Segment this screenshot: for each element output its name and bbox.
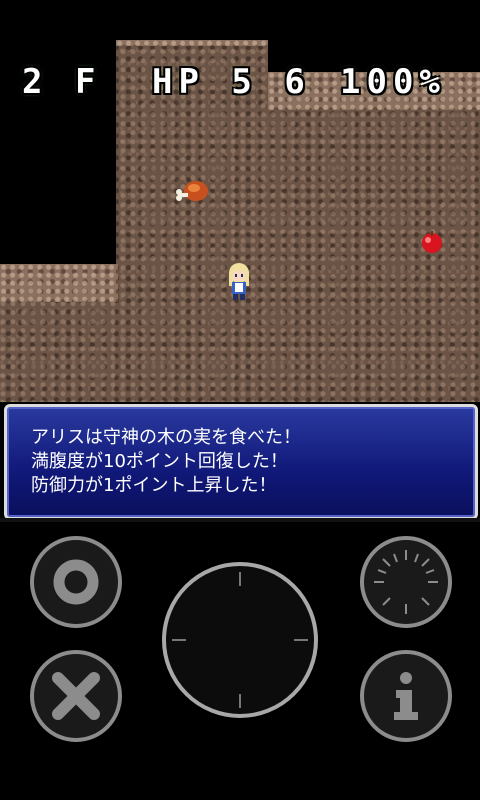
direction-pad[interactable]: [162, 562, 318, 718]
divider: [0, 518, 480, 522]
wall: [116, 40, 268, 46]
clock-icon: [374, 550, 438, 614]
circle-icon: [53, 559, 99, 605]
message-window: アリスは守神の木の実を食べた！ 満腹度が10ポイント回復した！ 防御力が1ポイン…: [4, 404, 478, 520]
fullness-indicator: 100%: [340, 62, 446, 102]
apple-icon: [422, 231, 442, 253]
wait-button[interactable]: [360, 536, 452, 628]
status-bar: [0, 0, 480, 40]
message-line: アリスは守神の木の実を食べた！: [31, 427, 301, 448]
wall: [0, 264, 118, 302]
meat-icon: [176, 181, 208, 201]
circle-button[interactable]: [30, 536, 122, 628]
floor-indicator: 2 F: [22, 62, 102, 102]
dpad-icon: [172, 572, 308, 708]
alice-character: [229, 263, 249, 300]
message-line: 防御力が1ポイント上昇した！: [31, 475, 277, 496]
hp-indicator: HP 5 6: [152, 62, 311, 102]
info-button[interactable]: [360, 650, 452, 742]
cross-button[interactable]: [30, 650, 122, 742]
cross-icon: [52, 672, 100, 720]
message-line: 満腹度が10ポイント回復した！: [31, 451, 288, 472]
info-icon: [394, 672, 418, 720]
